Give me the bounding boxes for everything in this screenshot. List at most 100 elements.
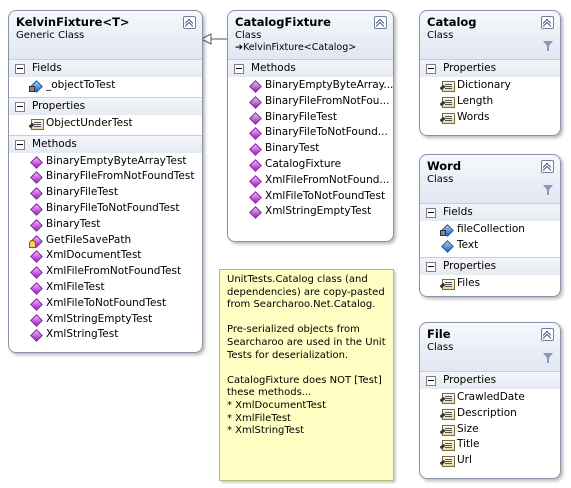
member-item[interactable]: fileCollection bbox=[420, 222, 560, 238]
member-name: XmlFileFromNotFound... bbox=[265, 173, 390, 186]
member-item[interactable]: XmlFileToNotFoundTest bbox=[228, 189, 393, 205]
collapse-chevron-icon[interactable] bbox=[541, 160, 554, 173]
member-name: BinaryFileFromNotFou... bbox=[265, 94, 390, 107]
member-name: Text bbox=[457, 238, 479, 251]
member-name: Length bbox=[457, 94, 494, 107]
property-icon bbox=[31, 118, 44, 130]
member-item[interactable]: XmlDocumentTest bbox=[9, 248, 202, 264]
comment-note[interactable]: UnitTests.Catalog class (and dependencies… bbox=[219, 269, 394, 481]
collapse-minus-icon[interactable] bbox=[15, 101, 25, 112]
member-name: XmlFileToNotFoundTest bbox=[265, 189, 386, 202]
member-item[interactable]: BinaryFileToNotFound... bbox=[228, 125, 393, 141]
member-item[interactable]: BinaryFileTest bbox=[228, 110, 393, 126]
member-item[interactable]: Description bbox=[420, 406, 560, 422]
section-label: Properties bbox=[443, 259, 497, 272]
section-header-properties[interactable]: Properties bbox=[420, 256, 560, 275]
section-header-fields[interactable]: Fields bbox=[420, 203, 560, 221]
member-item[interactable]: BinaryFileFromNotFou... bbox=[228, 94, 393, 110]
method-icon bbox=[250, 81, 261, 91]
note-line: Searcharoo are used in the Unit bbox=[227, 336, 386, 348]
class-box-file[interactable]: File Class Properties CrawledDate Descriptio… bbox=[419, 322, 561, 479]
member-name: BinaryFileFromNotFoundTest bbox=[46, 170, 195, 183]
filter-icon[interactable] bbox=[543, 353, 553, 363]
member-item[interactable]: Title bbox=[420, 437, 560, 453]
note-paragraph: Pre-serialized objects from Searcharoo ar… bbox=[227, 324, 393, 362]
method-icon bbox=[250, 192, 261, 202]
member-item[interactable]: BinaryFileFromNotFoundTest bbox=[9, 169, 202, 185]
member-name: Description bbox=[457, 406, 517, 419]
class-box-catalog[interactable]: Catalog Class Properties Dictionary Length Wo… bbox=[419, 10, 561, 136]
collapse-minus-icon[interactable] bbox=[426, 208, 436, 218]
property-icon bbox=[442, 393, 455, 404]
member-item[interactable]: XmlFileFromNotFoundTest bbox=[9, 264, 202, 280]
member-item[interactable]: CrawledDate bbox=[420, 390, 560, 406]
member-item[interactable]: XmlStringEmptyTest bbox=[9, 312, 202, 328]
class-box-catalogfixture[interactable]: CatalogFixture Class ➔KelvinFixture<Catalo… bbox=[227, 10, 394, 242]
section-label: Methods bbox=[251, 62, 296, 74]
member-item[interactable]: GetFileSavePath bbox=[9, 233, 202, 249]
class-title: KelvinFixture<T> bbox=[16, 15, 130, 29]
member-item[interactable]: XmlFileTest bbox=[9, 280, 202, 296]
class-kind: Class bbox=[427, 174, 454, 185]
member-item[interactable]: XmlStringTest bbox=[9, 327, 202, 343]
member-name: XmlStringEmptyTest bbox=[265, 205, 372, 218]
member-item[interactable]: _objectToTest bbox=[9, 78, 202, 94]
member-item[interactable]: Text bbox=[420, 238, 560, 254]
section-header-properties[interactable]: Properties bbox=[420, 371, 560, 389]
member-item[interactable]: ObjectUnderTest bbox=[9, 116, 202, 132]
member-item[interactable]: BinaryEmptyByteArrayTest bbox=[9, 154, 202, 170]
member-item[interactable]: BinaryTest bbox=[228, 141, 393, 157]
filter-icon[interactable] bbox=[543, 185, 553, 195]
note-line: * XmlStringTest bbox=[227, 425, 305, 437]
collapse-chevron-icon[interactable] bbox=[541, 16, 554, 29]
member-item[interactable]: Size bbox=[420, 422, 560, 438]
section-label: Properties bbox=[32, 99, 86, 112]
method-icon bbox=[31, 157, 42, 167]
method-icon bbox=[31, 283, 42, 293]
member-name: Words bbox=[457, 110, 490, 123]
method-icon bbox=[250, 97, 261, 107]
class-kind: Class bbox=[235, 30, 262, 41]
section-label: Properties bbox=[443, 374, 497, 386]
member-item[interactable]: Length bbox=[420, 94, 560, 110]
member-item[interactable]: BinaryEmptyByteArray... bbox=[228, 78, 393, 94]
collapse-minus-icon[interactable] bbox=[426, 376, 436, 386]
collapse-minus-icon[interactable] bbox=[15, 139, 25, 150]
collapse-minus-icon[interactable] bbox=[15, 64, 25, 74]
note-paragraph: CatalogFixture does NOT [Test] these meth… bbox=[227, 375, 393, 438]
class-box-kelvinfixture[interactable]: KelvinFixture<T> Generic Class Fields _obje… bbox=[8, 10, 203, 353]
section-label: Fields bbox=[32, 62, 62, 74]
collapse-minus-icon[interactable] bbox=[234, 64, 244, 74]
section-header-methods[interactable]: Methods bbox=[228, 59, 393, 77]
member-item[interactable]: BinaryFileTest bbox=[9, 185, 202, 201]
member-item[interactable]: XmlFileFromNotFound... bbox=[228, 173, 393, 189]
member-item[interactable]: Url bbox=[420, 453, 560, 469]
section-header-fields[interactable]: Fields bbox=[9, 59, 202, 77]
collapse-chevron-icon[interactable] bbox=[374, 16, 387, 29]
class-header: KelvinFixture<T> Generic Class bbox=[9, 11, 202, 59]
member-list: CrawledDate Description Size Title Url bbox=[420, 389, 560, 472]
section-header-properties[interactable]: Properties bbox=[420, 59, 560, 77]
member-item[interactable]: Files bbox=[420, 276, 560, 292]
member-item[interactable]: CatalogFixture bbox=[228, 157, 393, 173]
property-icon bbox=[442, 278, 455, 290]
section-header-methods[interactable]: Methods bbox=[9, 134, 202, 153]
collapse-minus-icon[interactable] bbox=[426, 64, 436, 74]
member-item[interactable]: XmlStringEmptyTest bbox=[228, 204, 393, 220]
member-item[interactable]: BinaryTest bbox=[9, 217, 202, 233]
class-box-word[interactable]: Word Class Fields fileCollection Text Propert… bbox=[419, 154, 561, 297]
filter-icon[interactable] bbox=[543, 41, 553, 51]
member-item[interactable]: Dictionary bbox=[420, 78, 560, 94]
collapse-minus-icon[interactable] bbox=[426, 261, 436, 272]
member-item[interactable]: Words bbox=[420, 110, 560, 126]
class-header: CatalogFixture Class ➔KelvinFixture<Catalo… bbox=[228, 11, 393, 59]
section-header-properties[interactable]: Properties bbox=[9, 96, 202, 115]
member-item[interactable]: XmlFileToNotFoundTest bbox=[9, 296, 202, 312]
note-line: dependencies) are copy-pasted bbox=[227, 286, 385, 298]
method-icon bbox=[31, 299, 42, 309]
method-icon bbox=[250, 176, 261, 186]
collapse-chevron-icon[interactable] bbox=[541, 328, 554, 341]
collapse-chevron-icon[interactable] bbox=[183, 16, 196, 29]
member-item[interactable]: BinaryFileToNotFoundTest bbox=[9, 201, 202, 217]
protected-method-icon bbox=[29, 236, 42, 248]
